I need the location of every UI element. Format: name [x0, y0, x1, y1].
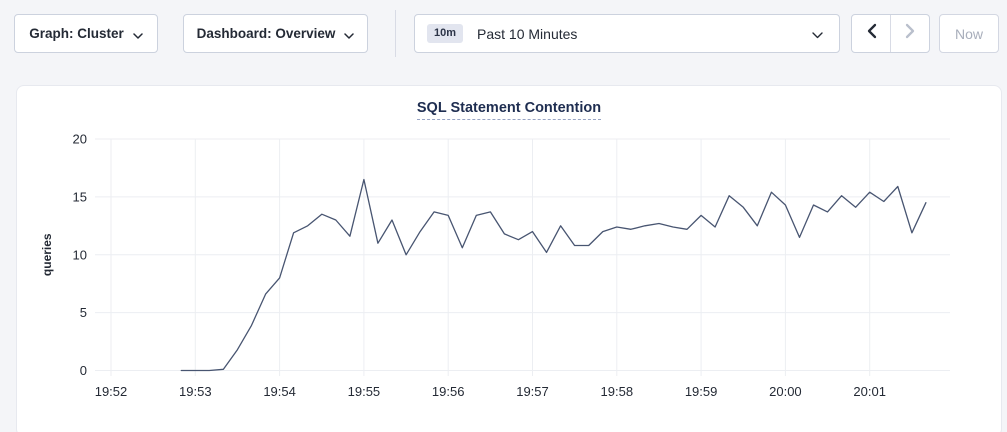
time-step-buttons: [851, 14, 930, 53]
chevron-right-icon: [905, 23, 916, 44]
y-axis-label: queries: [40, 233, 54, 276]
contention-line-series: [181, 180, 926, 371]
chevron-down-icon: [344, 27, 354, 42]
x-tick-label: 19:54: [263, 384, 296, 399]
graph-dropdown-label: Graph: Cluster: [29, 26, 124, 41]
x-tick-label: 20:01: [853, 384, 886, 399]
x-tick-label: 19:58: [601, 384, 634, 399]
dashboard-dropdown-label: Dashboard: Overview: [197, 26, 336, 41]
y-tick-label: 5: [80, 305, 87, 320]
contention-chart: 0 5 10 15 20 19:52 19:53 19:54 19:55 19:56 19:57 19…: [17, 124, 1003, 424]
x-tick-label: 19:52: [95, 384, 128, 399]
y-tick-label: 15: [73, 189, 87, 204]
y-tick-label: 0: [80, 363, 87, 378]
time-step-forward-button[interactable]: [890, 15, 929, 52]
chart-title-row: SQL Statement Contention: [17, 99, 1001, 120]
toolbar-divider: [395, 10, 396, 57]
time-step-back-button[interactable]: [852, 15, 890, 52]
chevron-down-icon: [812, 26, 823, 44]
y-tick-label: 20: [73, 132, 87, 147]
graph-dropdown[interactable]: Graph: Cluster: [14, 14, 158, 53]
now-button-label: Now: [955, 26, 983, 42]
x-tick-label: 19:55: [348, 384, 381, 399]
chevron-down-icon: [133, 27, 143, 42]
time-range-label: Past 10 Minutes: [477, 26, 812, 42]
time-range-dropdown[interactable]: 10m Past 10 Minutes: [414, 14, 840, 53]
time-range-badge: 10m: [427, 24, 463, 43]
y-tick-label: 10: [73, 247, 87, 262]
x-tick-label: 20:00: [769, 384, 802, 399]
now-button[interactable]: Now: [939, 14, 999, 53]
chevron-left-icon: [866, 23, 877, 44]
chart-card: SQL Statement Contention 0 5 10 15 20 19:52 19…: [16, 85, 1002, 432]
dashboard-dropdown[interactable]: Dashboard: Overview: [183, 14, 368, 53]
x-tick-label: 19:53: [179, 384, 212, 399]
x-tick-label: 19:56: [432, 384, 465, 399]
chart-title[interactable]: SQL Statement Contention: [417, 100, 601, 120]
x-tick-label: 19:57: [516, 384, 549, 399]
x-tick-label: 19:59: [685, 384, 718, 399]
